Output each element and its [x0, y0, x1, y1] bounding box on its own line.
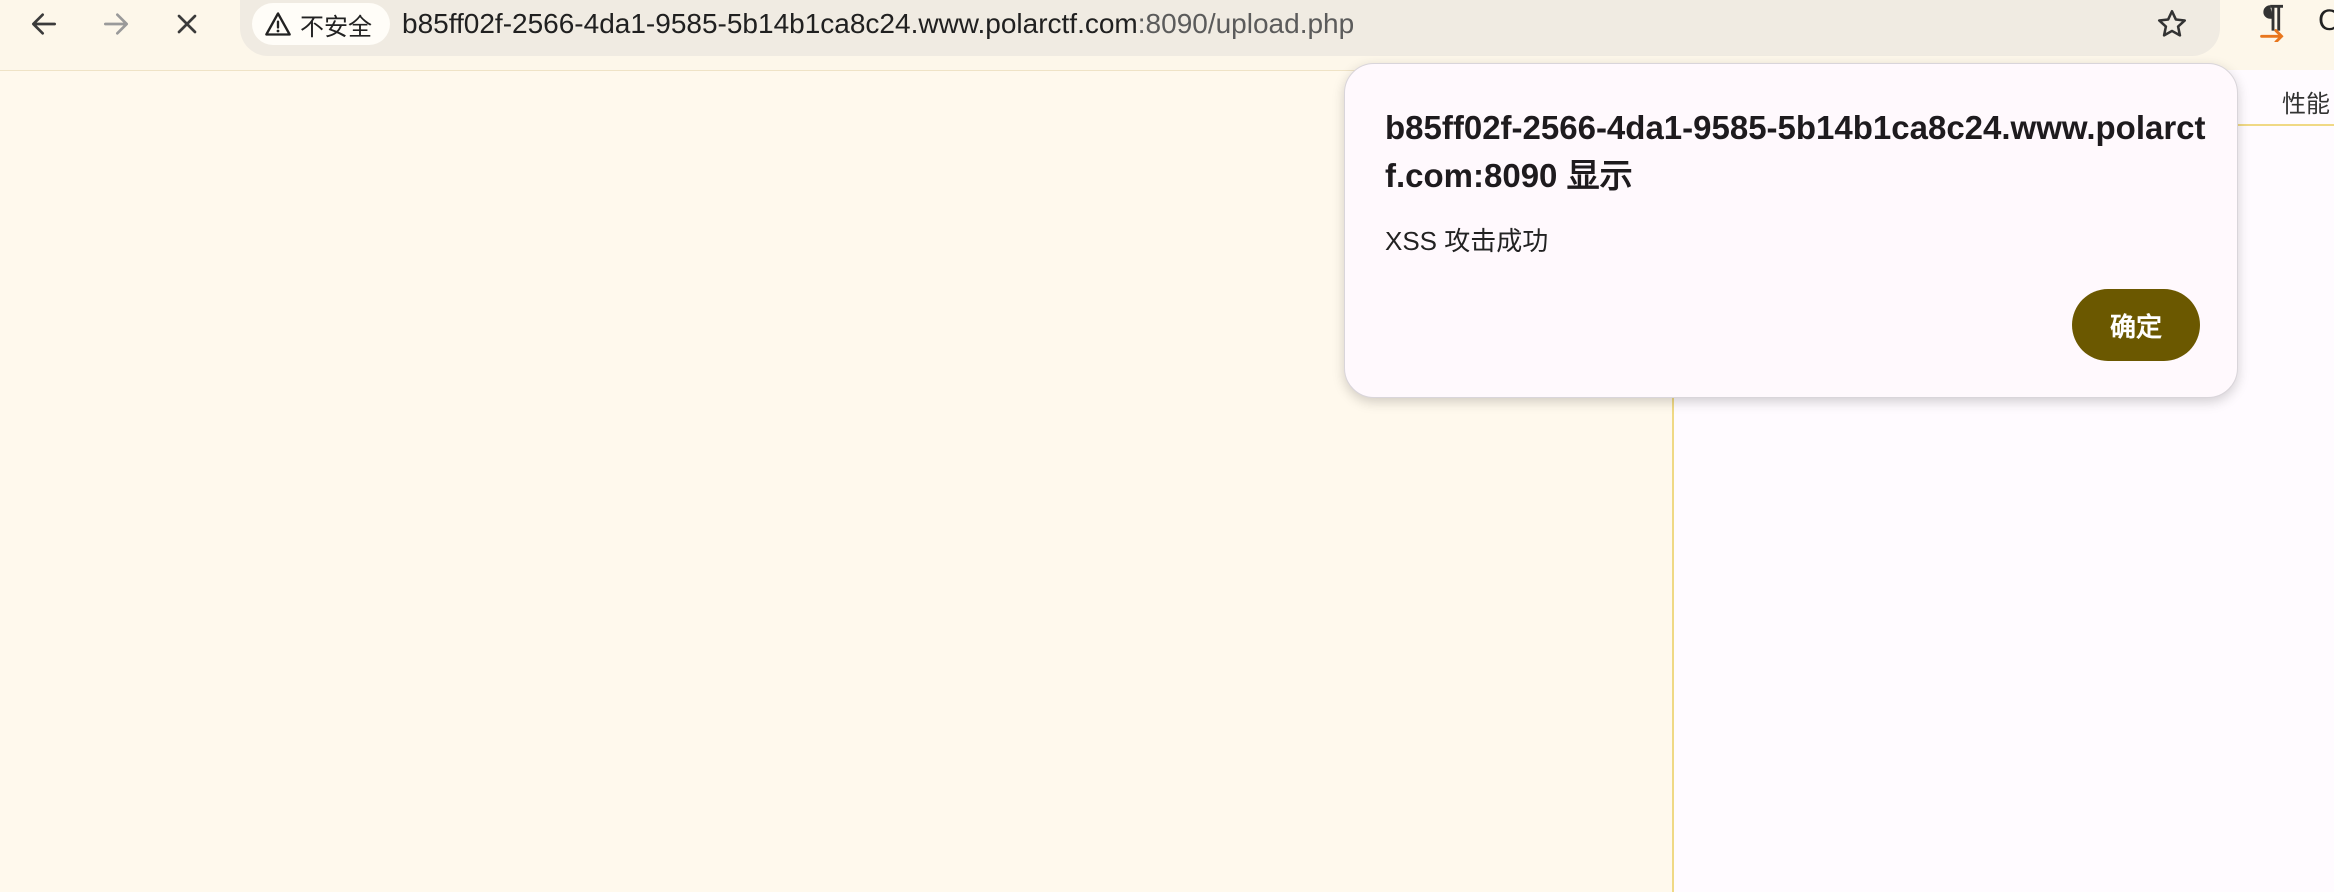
- security-label: 不安全: [300, 13, 372, 41]
- browser-toolbar: 不安全 b85ff02f-2566-4da1-9585-5b14b1ca8c24…: [0, 0, 2334, 71]
- address-bar[interactable]: 不安全 b85ff02f-2566-4da1-9585-5b14b1ca8c24…: [240, 0, 2220, 56]
- dialog-message: XSS 攻击成功: [1385, 226, 1549, 256]
- pilcrow-icon: [2260, 4, 2284, 44]
- url-text[interactable]: b85ff02f-2566-4da1-9585-5b14b1ca8c24.www…: [402, 8, 1354, 40]
- stop-loading-button[interactable]: [157, 0, 217, 48]
- alert-dialog: b85ff02f-2566-4da1-9585-5b14b1ca8c24.www…: [1344, 63, 2238, 398]
- security-chip[interactable]: 不安全: [252, 3, 390, 45]
- warning-triangle-icon: [265, 12, 291, 36]
- bookmark-button[interactable]: [2152, 4, 2192, 44]
- star-icon: [2157, 9, 2187, 37]
- forward-button[interactable]: [86, 0, 146, 48]
- arrow-right-icon: [104, 13, 128, 35]
- tab-performance[interactable]: 性能: [2282, 84, 2330, 119]
- dialog-title: b85ff02f-2566-4da1-9585-5b14b1ca8c24.www…: [1385, 109, 2206, 194]
- extension-button[interactable]: [2255, 2, 2291, 44]
- profile-icon[interactable]: C: [2318, 4, 2334, 38]
- close-icon: [177, 14, 197, 34]
- url-host: b85ff02f-2566-4da1-9585-5b14b1ca8c24.www…: [402, 8, 1138, 39]
- ok-button[interactable]: 确定: [2072, 289, 2200, 361]
- arrow-left-icon: [32, 13, 56, 35]
- back-button[interactable]: [14, 0, 74, 48]
- url-path: :8090/upload.php: [1137, 8, 1355, 39]
